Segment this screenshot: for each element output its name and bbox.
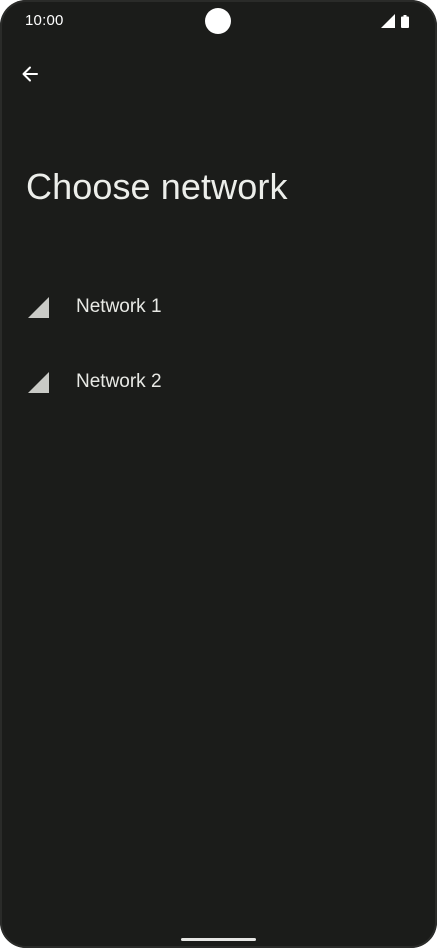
network-item-2[interactable]: Network 2 <box>0 345 437 420</box>
battery-icon <box>401 15 409 28</box>
network-label: Network 2 <box>76 371 162 392</box>
signal-strength-icon <box>28 372 49 393</box>
gesture-nav-handle[interactable] <box>181 938 256 941</box>
network-label: Network 1 <box>76 296 162 317</box>
network-list: Network 1 Network 2 <box>0 270 437 420</box>
status-time: 10:00 <box>25 12 64 29</box>
arrow-left-icon <box>22 66 38 82</box>
back-button[interactable] <box>16 60 44 88</box>
cell-signal-icon <box>381 14 395 28</box>
page-title: Choose network <box>26 166 288 207</box>
signal-strength-icon <box>28 297 49 318</box>
status-icons <box>381 14 409 28</box>
front-camera-cutout <box>205 8 231 34</box>
phone-screen: 10:00 Choose network Network 1 Network 2 <box>0 0 437 948</box>
network-item-1[interactable]: Network 1 <box>0 270 437 345</box>
status-bar: 10:00 <box>0 0 437 44</box>
